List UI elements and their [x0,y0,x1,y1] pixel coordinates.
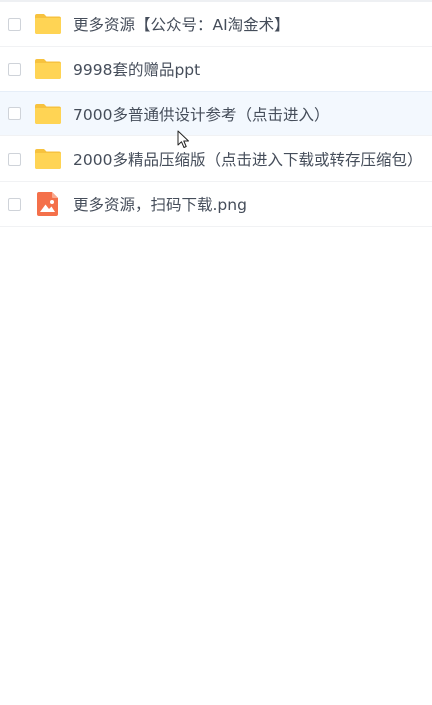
row-checkbox[interactable] [8,197,21,211]
row-checkbox[interactable] [8,152,21,166]
file-name[interactable]: 9998套的赠品ppt [73,58,200,80]
file-name[interactable]: 更多资源【公众号：AI淘金术】 [73,13,290,35]
folder-icon [34,57,62,81]
folder-icon [34,147,62,171]
file-name[interactable]: 更多资源，扫码下载.png [73,193,247,215]
list-item[interactable]: 更多资源【公众号：AI淘金术】 [0,2,432,47]
list-item[interactable]: 9998套的赠品ppt [0,47,432,92]
folder-icon [34,12,62,36]
file-name[interactable]: 2000多精品压缩版（点击进入下载或转存压缩包） [73,148,422,170]
list-item[interactable]: 更多资源，扫码下载.png [0,182,432,227]
file-list: 更多资源【公众号：AI淘金术】 9998套的赠品ppt 7000多普通供设计参考… [0,0,432,705]
row-checkbox[interactable] [8,107,21,120]
file-name[interactable]: 7000多普通供设计参考（点击进入） [73,103,329,125]
folder-icon [34,102,62,126]
row-checkbox[interactable] [8,62,21,76]
image-file-icon [34,192,62,216]
row-checkbox[interactable] [8,17,21,31]
list-item[interactable]: 2000多精品压缩版（点击进入下载或转存压缩包） [0,137,432,182]
list-item[interactable]: 7000多普通供设计参考（点击进入） [0,91,432,136]
